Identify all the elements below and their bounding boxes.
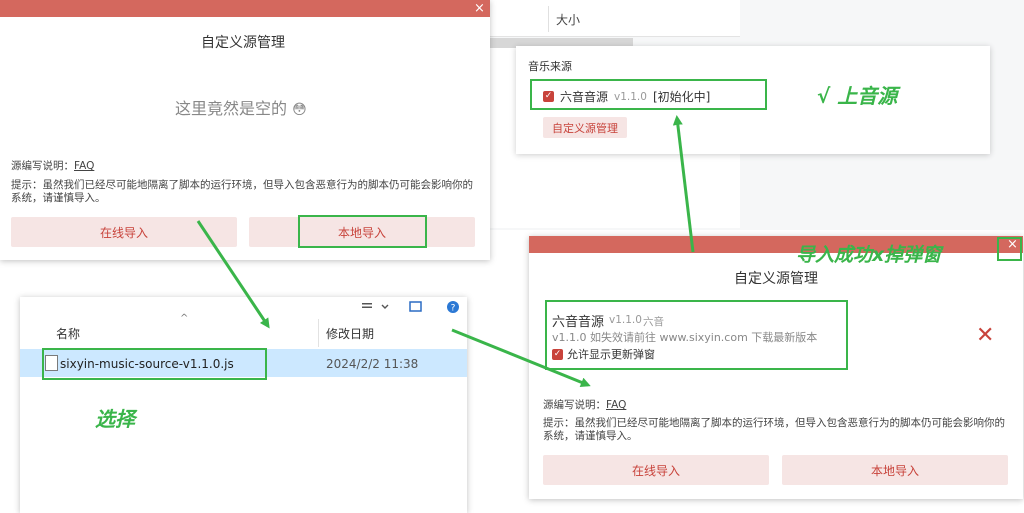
- annotation-arrows: [196, 115, 695, 388]
- arrow-explorer-to-dialog: [451, 328, 591, 388]
- arrow-dialog-to-explorer: [196, 220, 270, 329]
- arrow-dialog-to-panel: [672, 115, 695, 253]
